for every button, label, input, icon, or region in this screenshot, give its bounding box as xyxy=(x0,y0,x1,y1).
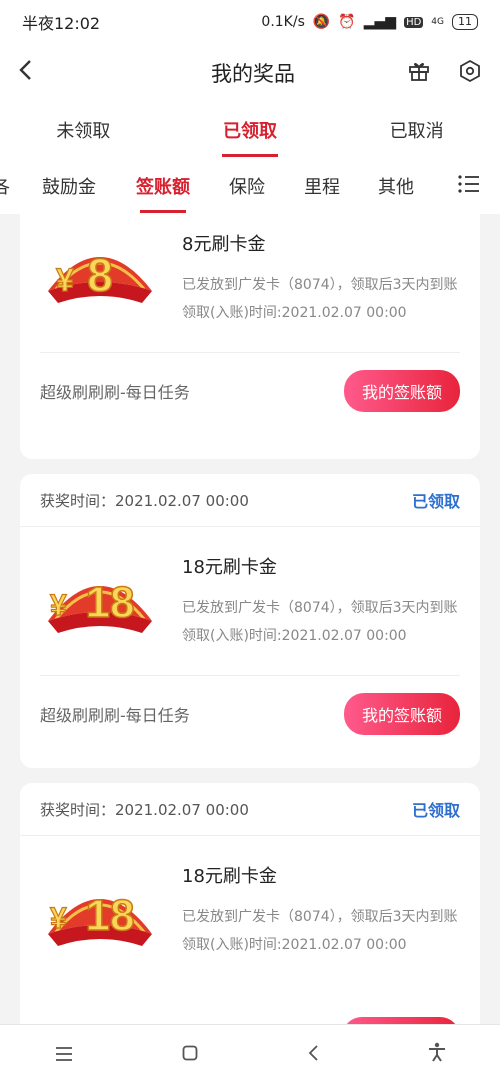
coupon-amount: 18 xyxy=(86,578,135,627)
prize-card: 获奖时间：2021.02.07 00:00 已领取 ¥ 18 18元刷卡金 已发… xyxy=(20,474,480,768)
award-time: 获奖时间：2021.02.07 00:00 xyxy=(40,491,249,510)
prize-name: 18元刷卡金 xyxy=(182,866,277,887)
page-title: 我的奖品 xyxy=(211,62,295,86)
gift-icon[interactable] xyxy=(408,60,430,86)
battery-icon: 11 xyxy=(452,14,478,30)
prize-description: 已发放到广发卡（8074），领取后3天内到账 xyxy=(182,909,458,925)
status-badge: 已领取 xyxy=(411,801,460,820)
tab-other[interactable]: 其他 xyxy=(378,173,414,199)
task-source: 超级刷刷刷-每日任务 xyxy=(40,383,190,402)
coupon-amount: 8 xyxy=(87,249,113,301)
prize-name: 18元刷卡金 xyxy=(182,557,277,578)
tab-partial[interactable]: 各 xyxy=(0,173,10,199)
cash-coupon-image: ¥ 18 xyxy=(40,541,160,661)
prize-description: 已发放到广发卡（8074），领取后3天内到账 xyxy=(182,277,458,293)
coupon-amount: 18 xyxy=(86,891,135,940)
prize-card: 8 ¥ 8元刷卡金 已发放到广发卡（8074），领取后3天内到账 领取(入账)时… xyxy=(20,214,480,459)
cash-coupon-image: 8 ¥ xyxy=(40,218,160,338)
hd-icon: HD xyxy=(404,16,424,28)
tab-spending[interactable]: 签账额 xyxy=(136,173,190,199)
tab-unclaimed[interactable]: 未领取 xyxy=(56,117,110,143)
network-speed: 0.1K/s xyxy=(261,14,305,30)
prize-time: 领取(入账)时间:2021.02.07 00:00 xyxy=(182,628,407,644)
prize-time: 领取(入账)时间:2021.02.07 00:00 xyxy=(182,305,407,321)
svg-text:¥: ¥ xyxy=(50,589,67,622)
signal-icon: ▂▄▆ xyxy=(363,14,397,30)
award-time: 获奖时间：2021.02.07 00:00 xyxy=(40,800,249,819)
task-source: 超级刷刷刷-每日任务 xyxy=(40,706,190,725)
svg-text:¥: ¥ xyxy=(50,902,67,935)
back-icon[interactable] xyxy=(307,1042,319,1067)
prize-description: 已发放到广发卡（8074），领取后3天内到账 xyxy=(182,600,458,616)
my-spending-button[interactable]: 我的签账额 xyxy=(343,693,460,735)
svg-text:¥: ¥ xyxy=(56,262,74,298)
mute-icon: 🔕 xyxy=(312,14,331,30)
accessibility-icon[interactable] xyxy=(428,1042,446,1068)
clock: 半夜12:02 xyxy=(22,14,101,33)
home-icon[interactable] xyxy=(182,1042,198,1067)
category-tabs: 各 鼓励金 签账额 保险 里程 其他 xyxy=(0,158,500,214)
menu-list-icon[interactable] xyxy=(458,174,480,198)
my-spending-button[interactable]: 我的签账额 xyxy=(343,370,460,412)
status-bar: 半夜12:02 0.1K/s 🔕 ⏰ ▂▄▆ HD 4G 11 xyxy=(0,0,500,44)
tab-insurance[interactable]: 保险 xyxy=(229,173,265,199)
tab-bonus[interactable]: 鼓励金 xyxy=(42,173,96,199)
menu-icon[interactable] xyxy=(55,1042,73,1067)
tab-claimed[interactable]: 已领取 xyxy=(223,117,277,143)
tab-cancelled[interactable]: 已取消 xyxy=(390,117,444,143)
prize-time: 领取(入账)时间:2021.02.07 00:00 xyxy=(182,937,407,953)
network-type-icon: 4G xyxy=(431,17,444,27)
prize-name: 8元刷卡金 xyxy=(182,234,266,255)
tab-mileage[interactable]: 里程 xyxy=(304,173,340,199)
status-tabs: 未领取 已领取 已取消 xyxy=(0,102,500,158)
app-header: 我的奖品 xyxy=(0,44,500,102)
hexagon-settings-icon[interactable] xyxy=(458,59,482,87)
back-arrow-icon[interactable] xyxy=(18,58,58,88)
status-icons: 0.1K/s 🔕 ⏰ ▂▄▆ HD 4G 11 xyxy=(261,14,478,30)
system-nav-bar xyxy=(0,1024,500,1084)
alarm-icon: ⏰ xyxy=(338,14,356,30)
status-badge: 已领取 xyxy=(411,492,460,511)
cash-coupon-image: ¥ 18 xyxy=(40,850,160,970)
my-spending-button[interactable] xyxy=(342,1017,460,1024)
prize-card: 获奖时间：2021.02.07 00:00 已领取 ¥ 18 18元刷卡金 已发… xyxy=(20,783,480,1024)
